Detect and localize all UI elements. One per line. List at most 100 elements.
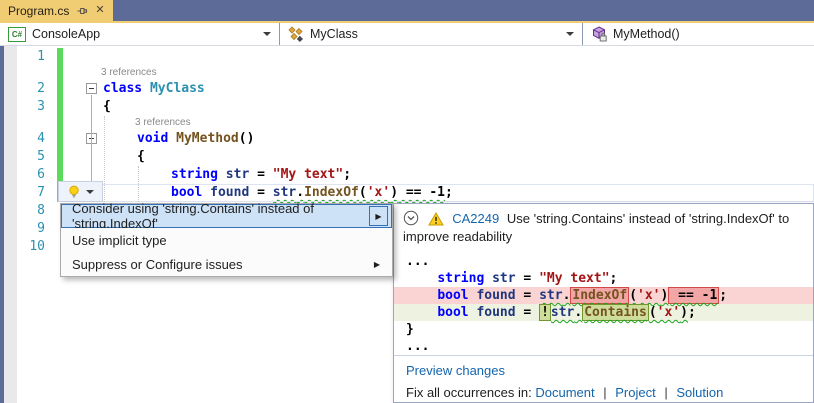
code-row[interactable]: 2class MyClass [17,80,814,98]
code-token: { [103,99,111,114]
code-token: ( [629,288,637,303]
menu-item-label: Use implicit type [72,233,167,248]
dropdown-arrow-icon[interactable] [566,32,574,36]
code-token: "My text" [539,271,609,286]
change-tracking-bar [57,48,65,66]
menu-item-label: Suppress or Configure issues [72,257,243,272]
code-token: ( [359,185,367,200]
class-dropdown[interactable]: MyClass [280,23,583,45]
code-token: } [406,322,414,337]
menu-item-use-implicit-type[interactable]: Use implicit type [61,228,392,252]
code-token: 'x' [657,305,680,320]
code-token: ; [719,288,727,303]
code-row[interactable]: 4 void MyMethod() [17,130,814,148]
code-token: = [516,305,539,320]
fold-margin [65,98,98,116]
tab-bar: Program.cs ✕ [0,0,814,21]
preview-code-line: string str = "My text"; [394,270,813,287]
rule-id-link[interactable]: CA2249 [452,211,499,226]
code-token: found [210,185,249,200]
expander-chevron-icon[interactable] [403,210,419,226]
code-token: found [476,288,515,303]
pin-icon[interactable] [76,5,88,17]
line-number [17,66,57,80]
warning-icon [428,212,444,226]
code-token: == -1 [398,185,445,200]
fold-margin [65,80,98,98]
method-dropdown[interactable]: MyMethod() [583,23,814,45]
line-number: 4 [17,130,57,148]
code-token: ) [390,185,398,200]
codelens-row[interactable]: 3 references [17,116,814,130]
code-token: = [516,288,539,303]
code-row[interactable]: 3{ [17,98,814,116]
code-token: 'x' [367,185,390,200]
code-token: == -1 [668,287,719,304]
change-tracking-bar [57,80,65,98]
code-row[interactable]: 6string str = "My text"; [17,166,814,184]
line-number: 5 [17,148,57,166]
change-tracking-bar [57,98,65,116]
csharp-project-icon: C# [8,27,26,42]
code-token: ... [406,254,429,269]
code-token: ; [445,185,453,200]
collapse-toggle-icon[interactable] [86,83,97,94]
change-tracking-bar [57,148,65,166]
quick-actions-lightbulb[interactable] [58,181,103,202]
fix-in-document-link[interactable]: Document [535,385,594,400]
preview-code: ... string str = "My text"; bool found =… [394,249,813,355]
code-token: ... [406,339,429,354]
menu-item-use-contains[interactable]: Consider using 'string.Contains' instead… [61,204,392,228]
code-token: ; [343,167,351,182]
diagnostic-header: CA2249 Use 'string.Contains' instead of … [394,204,813,249]
code-text: bool found = str.IndexOf('x') == -1; [98,184,814,202]
dropdown-arrow-icon[interactable] [86,190,94,194]
code-text: string str = "My text"; [98,166,814,184]
code-token: ! [539,304,551,321]
separator: | [603,385,606,400]
code-text: void MyMethod() [98,130,814,148]
code-token: string [171,167,218,182]
tab-title: Program.cs [8,4,69,18]
code-row[interactable]: 5{ [17,148,814,166]
fix-in-project-link[interactable]: Project [615,385,655,400]
class-name: MyClass [310,27,358,41]
codelens-row[interactable]: 3 references [17,66,814,80]
code-row[interactable]: 7 bool found = str.IndexOf('x') == -1; [17,184,814,202]
code-token: bool [437,288,468,303]
line-number: 3 [17,98,57,116]
code-token: string [437,271,484,286]
code-token: bool [171,185,202,200]
breakpoint-margin[interactable] [4,46,17,403]
method-name: MyMethod() [613,27,680,41]
code-token: bool [437,305,468,320]
preview-code-line: ... [394,338,813,355]
submenu-arrow-icon: ▶ [374,260,389,269]
tab-program-cs[interactable]: Program.cs ✕ [0,0,113,21]
code-token: IndexOf [570,287,629,304]
code-token [406,288,437,303]
fold-margin [65,116,98,130]
vs-editor-window: Program.cs ✕ C# ConsoleApp MyClass [0,0,814,403]
code-token: ; [688,305,696,320]
code-row[interactable]: 1 [17,48,814,66]
code-token: ( [649,305,657,320]
close-icon[interactable]: ✕ [95,5,104,16]
code-text: { [98,98,814,116]
code-token [406,305,437,320]
fold-margin [65,148,98,166]
line-number: 7 [17,184,57,202]
code-token: 'x' [637,288,660,303]
code-token: Contains [582,304,649,321]
dropdown-arrow-icon[interactable] [263,32,271,36]
menu-item-label: Consider using 'string.Contains' instead… [72,201,369,231]
menu-item-suppress-configure[interactable]: Suppress or Configure issues ▶ [61,252,392,276]
fix-in-solution-link[interactable]: Solution [676,385,723,400]
lightbulb-icon [67,185,81,199]
project-dropdown[interactable]: C# ConsoleApp [0,23,280,45]
code-token: MyClass [150,81,205,96]
submenu-arrow-icon[interactable]: ▶ [369,206,388,226]
project-name: ConsoleApp [32,27,100,41]
preview-changes-link[interactable]: Preview changes [406,363,801,378]
line-number: 2 [17,80,57,98]
